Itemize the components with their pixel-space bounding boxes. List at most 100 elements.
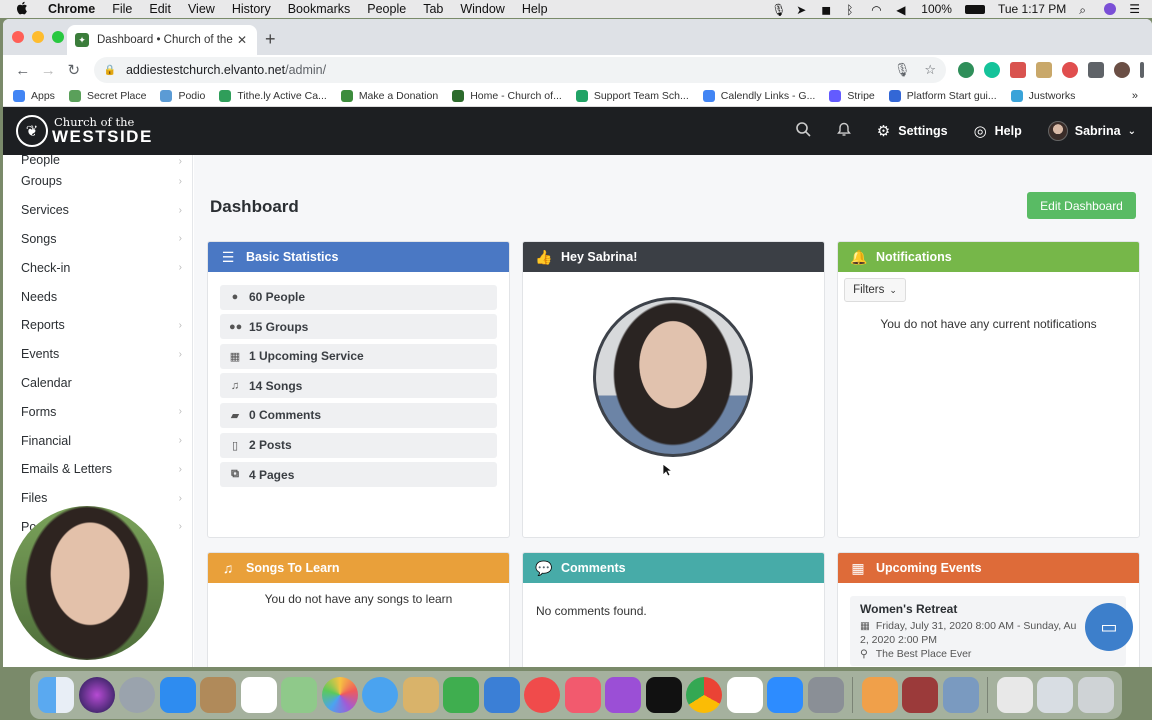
stat-people[interactable]: ● 60 People xyxy=(220,284,497,310)
downloads-stack-icon[interactable] xyxy=(996,677,1033,713)
system-preferences-icon[interactable] xyxy=(807,677,844,713)
stat-songs[interactable]: ♫ 14 Songs xyxy=(220,373,497,399)
sidebar-item-check-in[interactable]: Check-in › xyxy=(3,253,192,282)
wifi-icon[interactable]: ◠ xyxy=(871,3,883,17)
sidebar-item-groups[interactable]: Groups › xyxy=(3,167,192,196)
menubar-bookmarks[interactable]: Bookmarks xyxy=(288,2,351,16)
back-arrow-icon[interactable]: ← xyxy=(11,58,35,82)
menubar-history[interactable]: History xyxy=(232,2,271,16)
notification-center-icon[interactable]: ☰ xyxy=(1129,2,1140,16)
sidebar-item-reports[interactable]: Reports › xyxy=(3,311,192,340)
menubar-edit[interactable]: Edit xyxy=(149,2,171,16)
spotlight-search-icon[interactable]: ⌕ xyxy=(1079,3,1091,17)
sidebar-item-services[interactable]: Services › xyxy=(3,196,192,225)
filters-dropdown[interactable]: Filters ⌄ xyxy=(844,278,906,302)
numbers-icon[interactable] xyxy=(443,677,479,713)
user-menu[interactable]: Sabrina ⌄ xyxy=(1047,121,1136,141)
stat-groups[interactable]: ●● 15 Groups xyxy=(220,314,497,340)
menubar-clock[interactable]: Tue 1:17 PM xyxy=(998,2,1066,16)
music-app-icon[interactable] xyxy=(564,677,601,713)
bookmark-calendly[interactable]: Calendly Links - G... xyxy=(702,89,815,102)
apple-icon[interactable] xyxy=(16,1,34,18)
zoom-icon[interactable] xyxy=(767,677,803,713)
bookmark-justworks[interactable]: Justworks xyxy=(1010,89,1075,102)
edit-dashboard-button[interactable]: Edit Dashboard xyxy=(1027,192,1136,219)
news-icon[interactable] xyxy=(524,677,560,713)
dictionary-icon[interactable] xyxy=(902,677,938,713)
stat-services[interactable]: ▦ 1 Upcoming Service xyxy=(220,343,497,369)
slack-icon[interactable] xyxy=(726,677,763,713)
bookmark-stripe[interactable]: Stripe xyxy=(829,89,875,102)
address-bar[interactable]: 🔒 addiestestchurch.elvanto.net/admin/ 🎙 … xyxy=(93,57,946,83)
forward-arrow-icon[interactable]: → xyxy=(37,58,61,82)
keynote-icon[interactable] xyxy=(483,677,520,713)
sidebar-item-calendar[interactable]: Calendar xyxy=(3,369,192,398)
contacts-icon[interactable] xyxy=(200,677,236,713)
search-icon[interactable] xyxy=(795,121,811,141)
siri-icon[interactable] xyxy=(78,677,115,713)
menubar-view[interactable]: View xyxy=(188,2,215,16)
menubar-app-name[interactable]: Chrome xyxy=(48,2,95,16)
app-store-icon[interactable] xyxy=(159,677,196,713)
browser-menu-icon[interactable] xyxy=(1139,62,1144,78)
reload-icon[interactable]: ↻ xyxy=(62,58,86,82)
photos-icon[interactable] xyxy=(321,677,358,713)
settings-link[interactable]: ⚙ Settings xyxy=(877,122,948,140)
menubar-help[interactable]: Help xyxy=(522,2,548,16)
podcasts-icon[interactable] xyxy=(605,677,641,713)
help-link[interactable]: ◎ Help xyxy=(974,122,1022,140)
sidebar-item-needs[interactable]: Needs xyxy=(3,282,192,311)
finder-icon[interactable] xyxy=(38,677,74,713)
bookmark-apps[interactable]: Apps xyxy=(13,89,55,102)
extension-5-icon[interactable] xyxy=(1061,62,1078,78)
bell-icon[interactable] xyxy=(836,122,851,141)
extension-3-icon[interactable] xyxy=(1009,62,1026,78)
menubar-people[interactable]: People xyxy=(367,2,406,16)
bluetooth-icon[interactable]: ᛒ xyxy=(846,3,858,17)
launchpad-icon[interactable] xyxy=(119,677,155,713)
menubar-window[interactable]: Window xyxy=(460,2,504,16)
sidebar-item-people[interactable]: People › xyxy=(3,155,192,167)
extension-1-icon[interactable] xyxy=(957,62,974,78)
sidebar-item-forms[interactable]: Forms › xyxy=(3,397,192,426)
new-tab-icon[interactable]: + xyxy=(265,29,276,50)
preview-docs-icon[interactable] xyxy=(942,677,979,713)
messages-icon[interactable] xyxy=(362,677,398,713)
fullscreen-window-button[interactable] xyxy=(52,31,64,43)
trash-icon[interactable] xyxy=(1077,677,1114,713)
menubar-file[interactable]: File xyxy=(112,2,132,16)
siri-icon[interactable] xyxy=(1104,3,1117,15)
bookmark-podio[interactable]: Podio xyxy=(160,89,205,102)
battery-icon[interactable] xyxy=(964,4,985,14)
location-icon[interactable]: ➤ xyxy=(796,3,808,17)
profile-photo[interactable] xyxy=(593,297,753,457)
bookmark-star-icon[interactable]: ☆ xyxy=(924,62,936,78)
maps-icon[interactable] xyxy=(281,677,317,713)
browser-tab-active[interactable]: ✦ Dashboard • Church of the We ✕ xyxy=(67,25,257,55)
volume-icon[interactable]: ◀ xyxy=(896,3,908,17)
extension-4-icon[interactable] xyxy=(1035,62,1052,78)
extensions-puzzle-icon[interactable] xyxy=(1087,62,1104,78)
sidebar-item-financial[interactable]: Financial › xyxy=(3,426,192,455)
stat-pages[interactable]: ⧉ 4 Pages xyxy=(220,462,497,488)
close-window-button[interactable] xyxy=(12,31,24,43)
sidebar-item-songs[interactable]: Songs › xyxy=(3,225,192,254)
sidebar-item-emails-letters[interactable]: Emails & Letters › xyxy=(3,455,192,484)
bookmarks-overflow-icon[interactable]: » xyxy=(1132,90,1138,102)
chrome-icon[interactable] xyxy=(686,677,722,713)
lock-icon[interactable]: 🔒 xyxy=(104,65,116,76)
apple-tv-icon[interactable] xyxy=(645,677,682,713)
bookmark-secret-place[interactable]: Secret Place xyxy=(68,89,146,102)
close-tab-icon[interactable]: ✕ xyxy=(235,33,249,47)
event-title[interactable]: Women's Retreat xyxy=(860,602,1116,616)
menubar-tab[interactable]: Tab xyxy=(423,2,443,16)
bookmark-make-donation[interactable]: Make a Donation xyxy=(340,89,438,102)
church-logo[interactable]: ❦ Church of the WESTSIDE xyxy=(16,115,153,147)
bookmark-support-team[interactable]: Support Team Sch... xyxy=(575,89,689,102)
battery-percentage[interactable]: 100% xyxy=(921,2,952,16)
calendar-app-icon[interactable] xyxy=(240,677,277,713)
documents-stack-icon[interactable] xyxy=(1037,677,1073,713)
preview-icon[interactable] xyxy=(402,677,439,713)
basic-statistics-header[interactable]: ☰ Basic Statistics xyxy=(208,242,509,272)
phone-icon[interactable] xyxy=(861,677,898,713)
